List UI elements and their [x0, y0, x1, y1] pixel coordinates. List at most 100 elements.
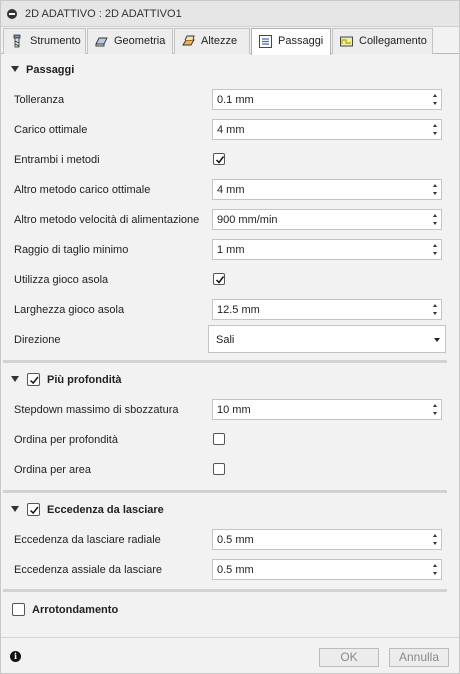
- spin-up-icon[interactable]: [433, 214, 437, 217]
- tab-geometria[interactable]: Geometria: [87, 28, 173, 54]
- gioco-asola-checkbox[interactable]: [213, 273, 225, 285]
- spin-arrows[interactable]: [430, 180, 441, 199]
- field-value: 0.5 mm: [217, 564, 254, 576]
- spin-down-icon[interactable]: [433, 102, 437, 105]
- field-label: Raggio di taglio minimo: [14, 244, 129, 256]
- row-larghezza-asola: Larghezza gioco asola 12.5 mm: [1, 298, 459, 322]
- tab-passaggi[interactable]: Passaggi: [251, 28, 331, 55]
- row-ordina-profondita: Ordina per profondità: [1, 428, 459, 452]
- spin-arrows[interactable]: [430, 210, 441, 229]
- row-carico-ottimale: Carico ottimale 4 mm: [1, 118, 459, 142]
- ordina-profondita-checkbox[interactable]: [213, 433, 225, 445]
- section-profondita-header[interactable]: Più profondità: [1, 369, 459, 391]
- spin-up-icon[interactable]: [433, 124, 437, 127]
- arrotondamento-checkbox[interactable]: [12, 603, 25, 616]
- field-label: Carico ottimale: [14, 124, 88, 136]
- section-title: Eccedenza da lasciare: [47, 504, 164, 516]
- spin-arrows[interactable]: [430, 530, 441, 549]
- eccedenza-assiale-spinbox[interactable]: 0.5 mm: [212, 559, 442, 580]
- collapse-caret-icon[interactable]: [11, 376, 19, 382]
- field-value: 4 mm: [217, 124, 245, 136]
- passes-icon: [259, 35, 272, 48]
- field-label: Ordina per profondità: [14, 434, 118, 446]
- spin-down-icon[interactable]: [433, 572, 437, 575]
- eccedenza-radiale-spinbox[interactable]: 0.5 mm: [212, 529, 442, 550]
- row-tolleranza: Tolleranza 0.1 mm: [1, 88, 459, 112]
- section-title: Più profondità: [47, 374, 122, 386]
- field-value: 4 mm: [217, 184, 245, 196]
- title-bar[interactable]: 2D ADATTIVO : 2D ADATTIVO1: [1, 1, 459, 27]
- spin-down-icon[interactable]: [433, 192, 437, 195]
- tab-strumento[interactable]: Strumento: [3, 28, 86, 54]
- section-divider: [3, 360, 447, 363]
- tool-icon: [13, 34, 21, 48]
- heights-icon: [182, 35, 195, 46]
- spin-down-icon[interactable]: [433, 132, 437, 135]
- spin-up-icon[interactable]: [433, 534, 437, 537]
- field-label: Direzione: [14, 334, 61, 346]
- ok-button[interactable]: OK: [319, 648, 379, 667]
- collapse-caret-icon[interactable]: [11, 506, 19, 512]
- field-label: Utilizza gioco asola: [14, 274, 109, 286]
- direzione-dropdown[interactable]: Sali: [208, 325, 446, 353]
- spin-up-icon[interactable]: [433, 404, 437, 407]
- tab-collegamento[interactable]: Collegamento: [332, 28, 433, 54]
- raggio-taglio-spinbox[interactable]: 1 mm: [212, 239, 442, 260]
- spin-arrows[interactable]: [430, 300, 441, 319]
- row-altro-carico: Altro metodo carico ottimale 4 mm: [1, 178, 459, 202]
- section-passaggi-header[interactable]: Passaggi: [1, 59, 459, 81]
- section-divider: [3, 589, 447, 592]
- spin-arrows[interactable]: [430, 90, 441, 109]
- spin-up-icon[interactable]: [433, 244, 437, 247]
- larghezza-asola-spinbox[interactable]: 12.5 mm: [212, 299, 442, 320]
- checkmark-icon: [29, 376, 39, 385]
- spin-down-icon[interactable]: [433, 412, 437, 415]
- row-entrambi-metodi: Entrambi i metodi: [1, 148, 459, 172]
- entrambi-metodi-checkbox[interactable]: [213, 153, 225, 165]
- spin-arrows[interactable]: [430, 400, 441, 419]
- profondita-checkbox[interactable]: [27, 373, 40, 386]
- spin-arrows[interactable]: [430, 240, 441, 259]
- altro-carico-spinbox[interactable]: 4 mm: [212, 179, 442, 200]
- cancel-button[interactable]: Annulla: [389, 648, 449, 667]
- dialog-footer: i OK Annulla: [1, 637, 459, 673]
- tab-altezze[interactable]: Altezze: [174, 28, 250, 54]
- row-raggio-taglio: Raggio di taglio minimo 1 mm: [1, 238, 459, 262]
- carico-ottimale-spinbox[interactable]: 4 mm: [212, 119, 442, 140]
- section-arrotondamento-header[interactable]: Arrotondamento: [1, 599, 459, 621]
- spin-up-icon[interactable]: [433, 564, 437, 567]
- spin-down-icon[interactable]: [433, 252, 437, 255]
- row-gioco-asola: Utilizza gioco asola: [1, 268, 459, 292]
- spin-up-icon[interactable]: [433, 184, 437, 187]
- section-eccedenza-header[interactable]: Eccedenza da lasciare: [1, 499, 459, 521]
- field-value: 10 mm: [217, 404, 251, 416]
- info-icon[interactable]: i: [10, 651, 21, 662]
- field-label: Ordina per area: [14, 464, 92, 476]
- altro-velocita-spinbox[interactable]: 900 mm/min: [212, 209, 442, 230]
- field-label: Altro metodo velocità di alimentazione: [14, 214, 200, 226]
- checkmark-icon: [29, 506, 39, 515]
- spin-down-icon[interactable]: [433, 222, 437, 225]
- spin-up-icon[interactable]: [433, 94, 437, 97]
- spin-down-icon[interactable]: [433, 312, 437, 315]
- tolleranza-spinbox[interactable]: 0.1 mm: [212, 89, 442, 110]
- stepdown-spinbox[interactable]: 10 mm: [212, 399, 442, 420]
- section-title: Arrotondamento: [32, 604, 119, 616]
- section-title: Passaggi: [26, 64, 75, 76]
- field-label: Entrambi i metodi: [14, 154, 100, 166]
- chevron-down-icon[interactable]: [434, 338, 440, 342]
- field-label: Altro metodo carico ottimale: [14, 184, 151, 196]
- field-label: Larghezza gioco asola: [14, 304, 125, 316]
- selected-value: Sali: [216, 334, 235, 346]
- collapse-icon[interactable]: [7, 9, 17, 19]
- spin-up-icon[interactable]: [433, 304, 437, 307]
- spin-arrows[interactable]: [430, 120, 441, 139]
- section-divider: [3, 490, 447, 493]
- spin-down-icon[interactable]: [433, 542, 437, 545]
- field-value: 12.5 mm: [217, 304, 260, 316]
- spin-arrows[interactable]: [430, 560, 441, 579]
- ordina-area-checkbox[interactable]: [213, 463, 225, 475]
- collapse-caret-icon[interactable]: [11, 66, 19, 72]
- eccedenza-checkbox[interactable]: [27, 503, 40, 516]
- checkmark-icon: [215, 276, 225, 284]
